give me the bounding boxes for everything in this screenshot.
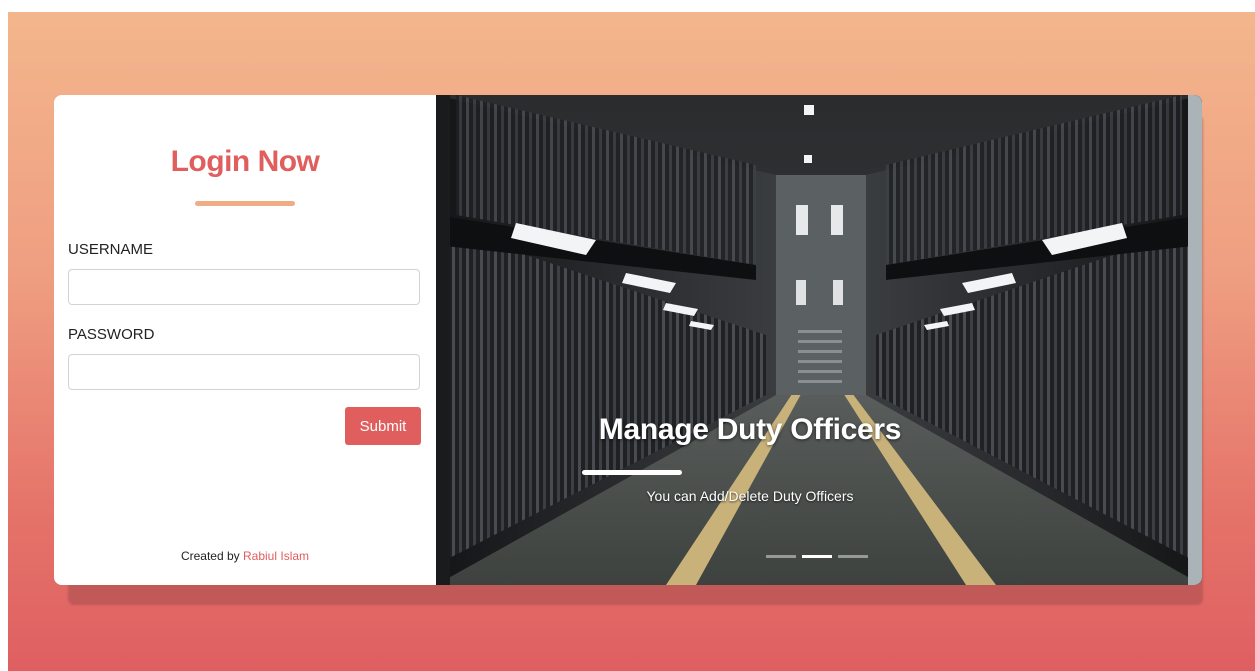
slide-title: Manage Duty Officers: [598, 413, 902, 446]
submit-button[interactable]: Submit: [345, 407, 421, 445]
password-input[interactable]: [68, 354, 420, 390]
password-label: PASSWORD: [68, 326, 155, 343]
login-card: Login Now USERNAME PASSWORD Submit Creat…: [54, 95, 1202, 585]
carousel-indicators: [766, 555, 868, 558]
prison-corridor-image: [436, 95, 1202, 585]
login-panel: Login Now USERNAME PASSWORD Submit Creat…: [54, 95, 436, 585]
carousel-indicator-2[interactable]: [802, 555, 832, 558]
credits-prefix: Created by: [180, 549, 243, 563]
author-link[interactable]: Rabiul Islam: [243, 549, 309, 563]
slide-caption: You can Add/Delete Duty Officers: [646, 488, 854, 504]
image-carousel: Manage Duty Officers You can Add/Delete …: [436, 95, 1202, 585]
login-title: Login Now: [170, 145, 320, 178]
credits: Created by Rabiul Islam: [54, 549, 436, 563]
username-label: USERNAME: [68, 241, 154, 258]
page-background: Login Now USERNAME PASSWORD Submit Creat…: [8, 12, 1255, 671]
carousel-indicator-1[interactable]: [766, 555, 796, 558]
slide-title-underline: [582, 470, 682, 475]
carousel-indicator-3[interactable]: [838, 555, 868, 558]
login-title-underline: [195, 201, 295, 206]
username-input[interactable]: [68, 269, 420, 305]
